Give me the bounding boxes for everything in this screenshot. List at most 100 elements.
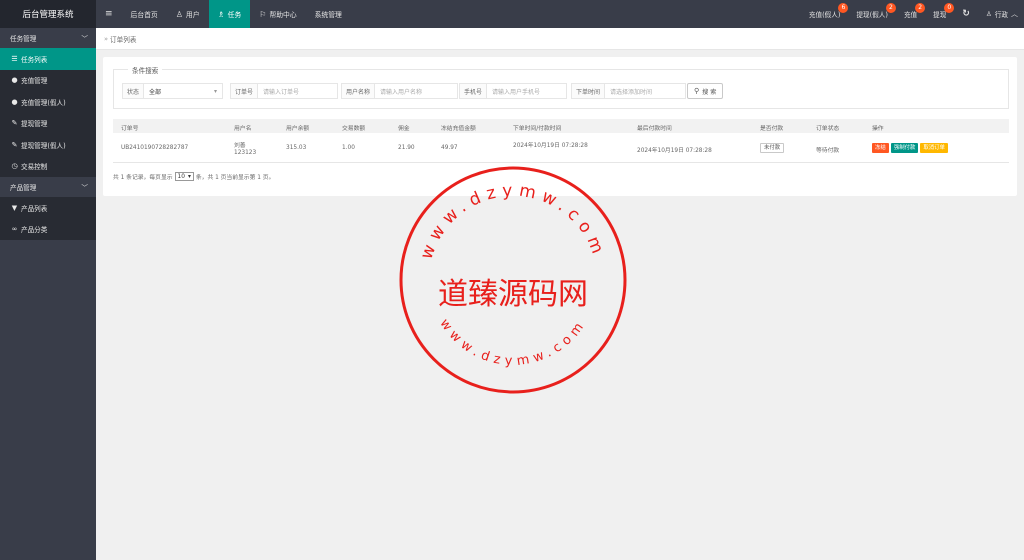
username-input[interactable]: 请输入用户名称 (374, 83, 459, 99)
cell-amount: 1.00 (342, 145, 355, 151)
time-placeholder: 请选择添加时间 (610, 88, 653, 96)
notification-badge: 2 (915, 3, 926, 13)
link-icon: ∞ (11, 225, 18, 234)
phone-filter: 手机号 请输入用户手机号 (459, 83, 568, 99)
refresh-button[interactable]: ↻ (954, 0, 978, 28)
phone-placeholder: 请输入用户手机号 (492, 88, 541, 96)
admin-menu[interactable]: ♙ 行政 ︿ (978, 0, 1024, 28)
order-placeholder: 请输入订单号 (263, 88, 300, 96)
notification-badge: 2 (885, 3, 896, 13)
recharge-link[interactable]: 充值 2 (896, 0, 926, 28)
page-size-select[interactable]: 10 ▾ (174, 172, 194, 181)
sidebar-group-task[interactable]: 任务管理 ﹀ (0, 28, 96, 48)
sidebar-item-withdraw[interactable]: ✎ 提现管理 (0, 112, 96, 134)
phone-input[interactable]: 请输入用户手机号 (486, 83, 568, 99)
nav-task-label: 任务 (227, 11, 242, 19)
sidebar-item-product-category[interactable]: ∞ 产品分类 (0, 218, 96, 240)
header-order-time: 下单时间/付款时间 (513, 126, 562, 132)
user-icon: ♙ (985, 10, 992, 18)
status-value: 全部 (149, 88, 162, 96)
chat-icon: ● (11, 97, 18, 106)
table-row: UB2410190728282787 刘善 123123 315.03 1.00… (113, 133, 1009, 163)
watermark-stamp: www.dzymw.com 道臻源码网 www.dzymw.com (399, 166, 627, 394)
order-no-input[interactable]: 请输入订单号 (257, 83, 339, 99)
top-right-menu: 充值(假人) 6 提现(假人) 2 充值 2 提现 0 ↻ ♙ 行政 ︿ (801, 0, 1024, 28)
cell-username: 刘善 (234, 143, 246, 149)
status-filter: 状态 全部 ▾ (122, 83, 224, 99)
nav-system-label: 系统管理 (314, 11, 342, 19)
username-placeholder: 请输入用户名称 (380, 88, 423, 96)
notification-badge: 6 (838, 3, 849, 13)
chevron-down-icon: ﹀ (81, 184, 88, 192)
force-pay-button[interactable]: 强制付款 (890, 143, 919, 153)
sidebar-item-withdraw-fake[interactable]: ✎ 提现管理(假人) (0, 134, 96, 156)
top-nav: ≡ 后台首页 ♙ 用户 ♗ 任务 ⚐ 帮助中心 系统管理 (96, 0, 351, 28)
menu-toggle-button[interactable]: ≡ (96, 0, 122, 28)
app-title: 后台管理系统 (0, 0, 96, 28)
breadcrumb-separator: » (104, 34, 109, 43)
sidebar-item-recharge[interactable]: ● 充值管理 (0, 69, 96, 91)
sidebar-item-trade-control[interactable]: ◷ 交易控制 (0, 155, 96, 177)
task-icon: ♗ (217, 9, 225, 19)
sidebar-item-product-list[interactable]: ▼ 产品列表 (0, 197, 96, 219)
cell-order-no: UB2410190728282787 (121, 145, 189, 151)
pager-prefix: 共 1 条记录，每页显示 (113, 175, 173, 181)
nav-task[interactable]: ♗ 任务 (208, 0, 251, 28)
header-balance: 用户余额 (286, 126, 310, 132)
sidebar-item-recharge-fake[interactable]: ● 充值管理(假人) (0, 91, 96, 113)
stamp-name: 道臻源码网 (438, 277, 588, 312)
cancel-order-button[interactable]: 取消订单 (920, 143, 948, 153)
search-icon: ⚲ (694, 87, 700, 95)
nav-user[interactable]: ♙ 用户 (167, 0, 209, 28)
cell-commission: 21.90 (398, 145, 415, 151)
sidebar-group-label: 产品管理 (10, 184, 37, 192)
status-select[interactable]: 全部 ▾ (143, 83, 224, 99)
cell-balance: 315.03 (286, 145, 307, 151)
list-icon: ☰ (11, 54, 18, 63)
nav-help-label: 帮助中心 (269, 11, 297, 19)
withdraw-link[interactable]: 提现 0 (925, 0, 955, 28)
cart-icon: ▼ (11, 203, 18, 212)
user-icon: ♙ (175, 9, 183, 19)
search-wrap: ⚲ 搜 索 (687, 83, 724, 99)
freeze-button[interactable]: 冻结 (872, 143, 889, 153)
sidebar-item-label: 充值管理(假人) (21, 98, 66, 107)
flag-icon: ⚐ (259, 9, 267, 19)
filter-legend: 条件搜索 (128, 65, 163, 75)
sidebar-item-label: 提现管理(假人) (21, 141, 66, 150)
status-label: 状态 (122, 83, 144, 99)
order-time-input[interactable]: 请选择添加时间 (604, 83, 687, 99)
cell-order-status: 等待付款 (816, 148, 840, 154)
sidebar-item-task-list[interactable]: ☰ 任务列表 (0, 48, 96, 70)
table-header: 订单号 用户名 用户余额 交易数额 佣金 冻结充值金额 下单时间/付款时间 最后… (113, 119, 1009, 133)
nav-system[interactable]: 系统管理 (306, 0, 351, 28)
nav-help[interactable]: ⚐ 帮助中心 (250, 0, 305, 28)
sidebar-item-label: 充值管理 (21, 77, 48, 86)
cell-frozen: 49.97 (441, 145, 458, 151)
search-button[interactable]: ⚲ 搜 索 (687, 83, 724, 99)
sidebar-item-label: 交易控制 (21, 163, 48, 172)
page-size-value: 10 (177, 173, 185, 180)
time-filter: 下单时间 请选择添加时间 (571, 83, 687, 99)
cell-order-time: 2024年10月19日 07:28:28 (513, 143, 588, 149)
sidebar-item-label: 提现管理 (21, 120, 48, 129)
recharge-fake-label: 充值(假人) (808, 11, 841, 19)
sidebar-item-label: 任务列表 (21, 55, 48, 64)
withdraw-fake-link[interactable]: 提现(假人) 2 (848, 0, 896, 28)
sidebar-group-product[interactable]: 产品管理 ﹀ (0, 177, 96, 197)
time-label: 下单时间 (571, 83, 605, 99)
username-filter: 用户名称 请输入用户名称 (341, 83, 459, 99)
order-label: 订单号 (230, 83, 258, 99)
nav-home[interactable]: 后台首页 (122, 0, 167, 28)
stamp-url-bottom: www.dzymw.com (436, 316, 589, 369)
cell-user-id: 123123 (234, 150, 257, 156)
chevron-down-icon: ﹀ (81, 35, 88, 43)
search-button-label: 搜 索 (702, 88, 717, 96)
sidebar-item-label: 产品列表 (21, 204, 48, 213)
recharge-fake-link[interactable]: 充值(假人) 6 (801, 0, 849, 28)
clock-icon: ◷ (11, 162, 18, 171)
paid-status-badge: 未付款 (760, 143, 785, 153)
refresh-icon: ↻ (962, 9, 970, 19)
header-last-pay-time: 最后付款时间 (637, 126, 672, 132)
username-label: 用户名称 (341, 83, 375, 99)
